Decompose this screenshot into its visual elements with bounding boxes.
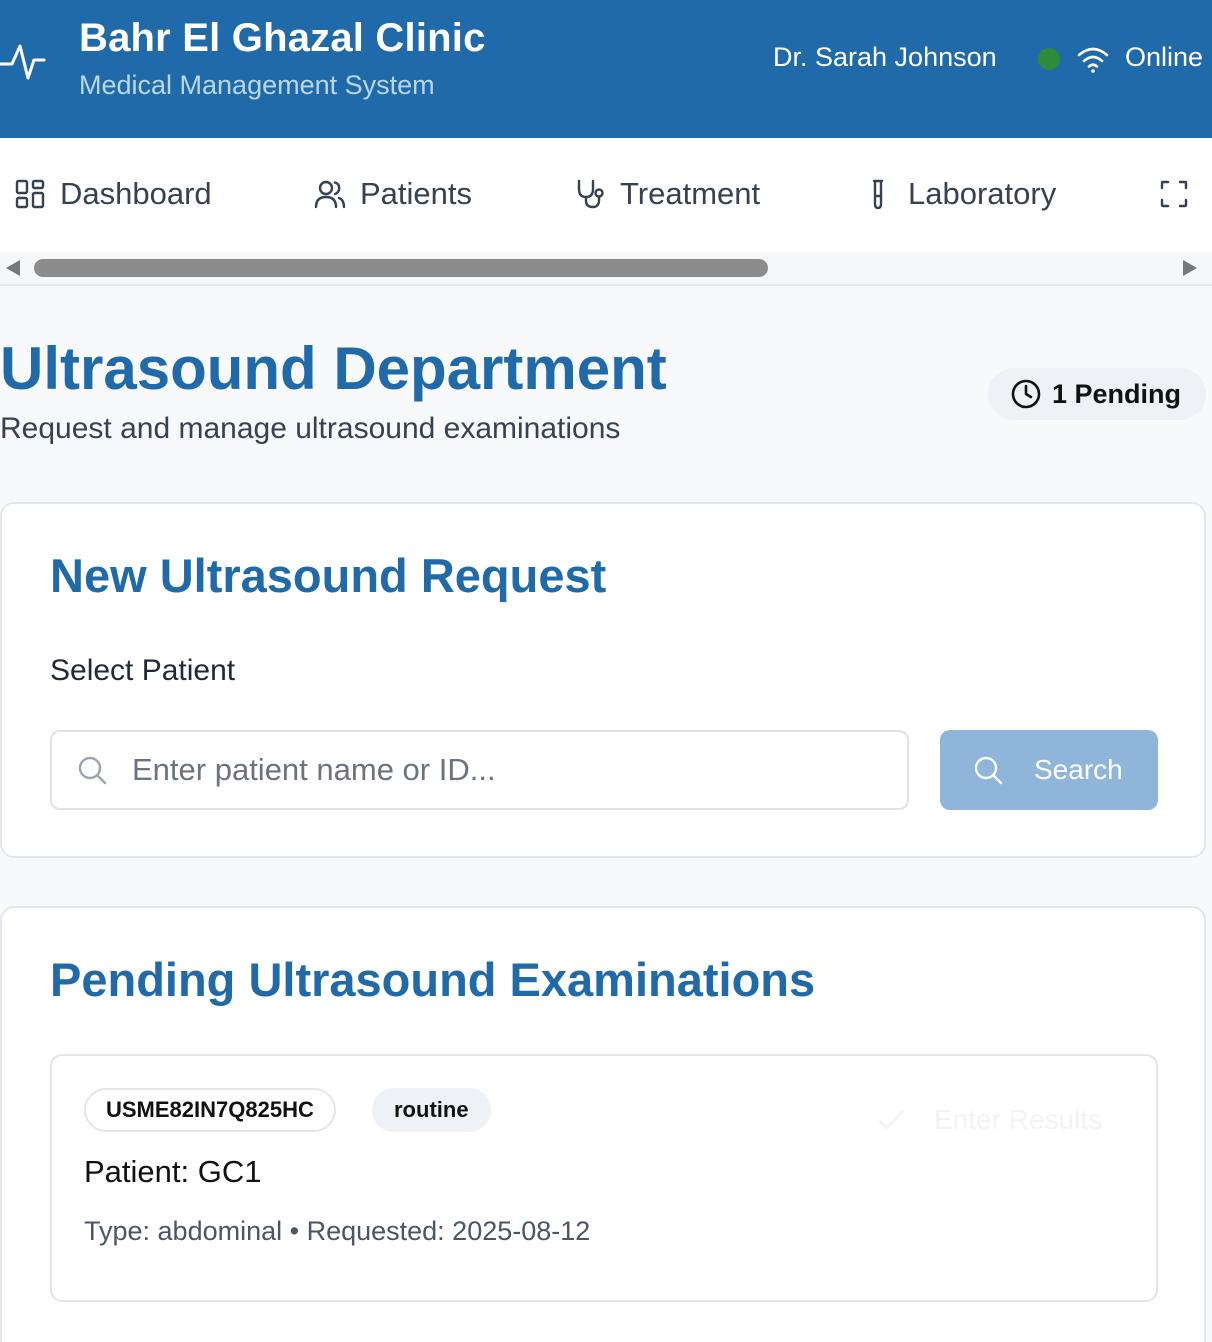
- check-icon: [878, 1110, 904, 1130]
- scroll-left-arrow[interactable]: [6, 260, 20, 276]
- nav-item-treatment[interactable]: Treatment: [574, 168, 760, 220]
- online-status-dot: [1038, 48, 1060, 70]
- scrollbar-thumb[interactable]: [34, 259, 768, 277]
- select-patient-label: Select Patient: [50, 654, 236, 687]
- page-title: Ultrasound Department: [0, 335, 667, 402]
- exam-list-item[interactable]: USME82IN7Q825HC routine Patient: GC1 Typ…: [50, 1054, 1158, 1302]
- pending-exams-title: Pending Ultrasound Examinations: [50, 953, 816, 1006]
- nav-label-treatment: Treatment: [620, 176, 761, 211]
- users-icon: [314, 180, 346, 209]
- clock-icon: [1011, 379, 1041, 409]
- nav-item-laboratory[interactable]: Laboratory: [862, 168, 1056, 220]
- main-nav: Dashboard Patients Treatment Laboratory: [0, 138, 1212, 286]
- nav-scrollbar[interactable]: [0, 252, 1212, 284]
- nav-label-laboratory: Laboratory: [908, 176, 1057, 211]
- clinic-subtitle: Medical Management System: [79, 70, 435, 100]
- page-subtitle: Request and manage ultrasound examinatio…: [0, 412, 621, 445]
- test-tube-icon: [872, 179, 884, 210]
- search-button-label: Search: [1034, 754, 1123, 785]
- search-icon: [78, 756, 107, 785]
- pending-count-label: 1 Pending: [1052, 378, 1182, 409]
- exam-priority-badge: routine: [372, 1088, 491, 1132]
- wifi-icon: [1077, 47, 1109, 73]
- nav-label-patients: Patients: [360, 176, 473, 211]
- new-request-title: New Ultrasound Request: [50, 549, 607, 602]
- grid-icon: [15, 179, 45, 209]
- scroll-right-arrow[interactable]: [1183, 260, 1197, 276]
- exam-patient: Patient: GC1: [84, 1154, 262, 1189]
- scan-icon: [1160, 180, 1188, 208]
- nav-item-dashboard[interactable]: Dashboard: [14, 168, 212, 220]
- enter-results-button[interactable]: Enter Results: [876, 1104, 1102, 1136]
- new-request-card: New Ultrasound Request Select Patient Se…: [0, 502, 1206, 858]
- user-name[interactable]: Dr. Sarah Johnson: [773, 42, 997, 73]
- enter-results-label: Enter Results: [934, 1104, 1103, 1135]
- activity-icon: [0, 44, 46, 80]
- nav-label-dashboard: Dashboard: [60, 176, 212, 211]
- search-button[interactable]: Search: [940, 730, 1158, 810]
- app-header: Bahr El Ghazal Clinic Medical Management…: [0, 0, 1212, 138]
- exam-id-badge: USME82IN7Q825HC: [84, 1088, 336, 1132]
- patient-search-input[interactable]: [132, 742, 892, 798]
- pending-count-badge: 1 Pending: [988, 368, 1206, 420]
- search-icon: [974, 756, 1003, 785]
- patient-search-box[interactable]: [50, 730, 909, 810]
- exam-details: Type: abdominal • Requested: 2025-08-12: [84, 1216, 591, 1246]
- stethoscope-icon: [577, 179, 604, 209]
- online-status-label: Online: [1125, 42, 1204, 72]
- clinic-name: Bahr El Ghazal Clinic: [79, 16, 486, 60]
- pending-exams-card: Pending Ultrasound Examinations USME82IN…: [0, 906, 1206, 1342]
- nav-item-ultrasound[interactable]: [1158, 168, 1204, 220]
- nav-item-patients[interactable]: Patients: [314, 168, 472, 220]
